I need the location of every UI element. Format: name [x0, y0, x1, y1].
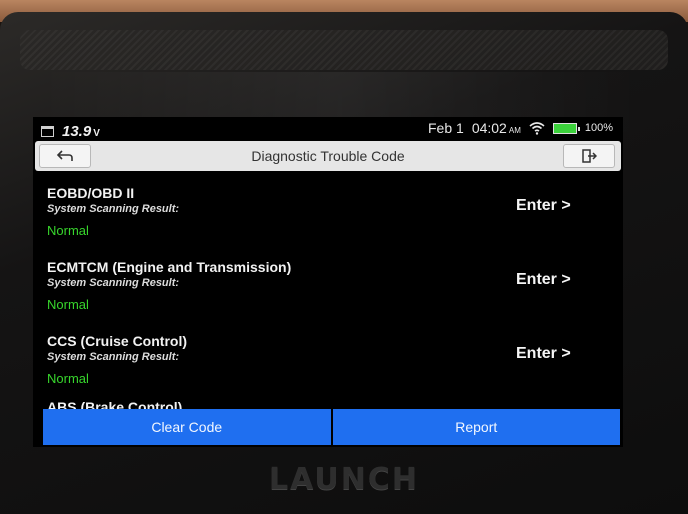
enter-button[interactable]: Enter >: [516, 271, 571, 289]
exit-button[interactable]: [563, 144, 615, 168]
battery-percent: 100%: [584, 122, 613, 134]
scan-status: Normal: [47, 223, 89, 238]
back-arrow-icon: [56, 150, 73, 161]
system-name: ECMTCM (Engine and Transmission): [47, 259, 292, 275]
action-bar: Clear Code Report: [43, 409, 620, 445]
voltage-unit: V: [93, 128, 100, 139]
scan-result-label: System Scanning Result:: [47, 277, 180, 289]
calendar-icon: [41, 126, 54, 137]
back-button[interactable]: [39, 144, 91, 168]
list-item-ecmtcm: ECMTCM (Engine and Transmission) System …: [33, 253, 623, 327]
time-ampm: AM: [508, 126, 521, 135]
scan-status: Normal: [47, 297, 89, 312]
system-name: CCS (Cruise Control): [47, 333, 187, 349]
status-right: Feb 1 04:02 AM 100%: [428, 120, 613, 136]
time-value: 04:02: [471, 120, 507, 136]
system-list: EOBD/OBD II System Scanning Result: Norm…: [33, 179, 623, 401]
clear-code-button[interactable]: Clear Code: [43, 409, 331, 445]
page-title: Diagnostic Trouble Code: [251, 148, 405, 164]
battery-voltage: 13.9 V: [62, 123, 100, 140]
scan-result-label: System Scanning Result:: [47, 351, 180, 363]
exit-icon: [582, 149, 597, 163]
report-button[interactable]: Report: [332, 409, 620, 445]
bezel-texture: [20, 30, 668, 70]
status-date: Feb 1: [428, 120, 464, 136]
device-screen: 13.9 V Feb 1 04:02 AM 100% Diagnostic Trou…: [33, 117, 623, 447]
scan-result-label: System Scanning Result:: [47, 203, 180, 215]
status-left: 13.9 V: [41, 123, 100, 140]
status-time: 04:02 AM: [472, 120, 521, 136]
list-item-ccs: CCS (Cruise Control) System Scanning Res…: [33, 327, 623, 401]
status-bar: 13.9 V Feb 1 04:02 AM 100%: [33, 117, 623, 141]
scan-status: Normal: [47, 371, 89, 386]
battery-icon: [552, 122, 580, 134]
enter-button[interactable]: Enter >: [516, 345, 571, 363]
list-item-eobd: EOBD/OBD II System Scanning Result: Norm…: [33, 179, 623, 253]
enter-button[interactable]: Enter >: [516, 197, 571, 215]
system-name: EOBD/OBD II: [47, 185, 135, 201]
wifi-icon: [529, 122, 545, 135]
brand-logo: LAUNCH: [268, 462, 419, 497]
title-bar: Diagnostic Trouble Code: [35, 141, 621, 171]
voltage-value: 13.9: [62, 123, 92, 140]
